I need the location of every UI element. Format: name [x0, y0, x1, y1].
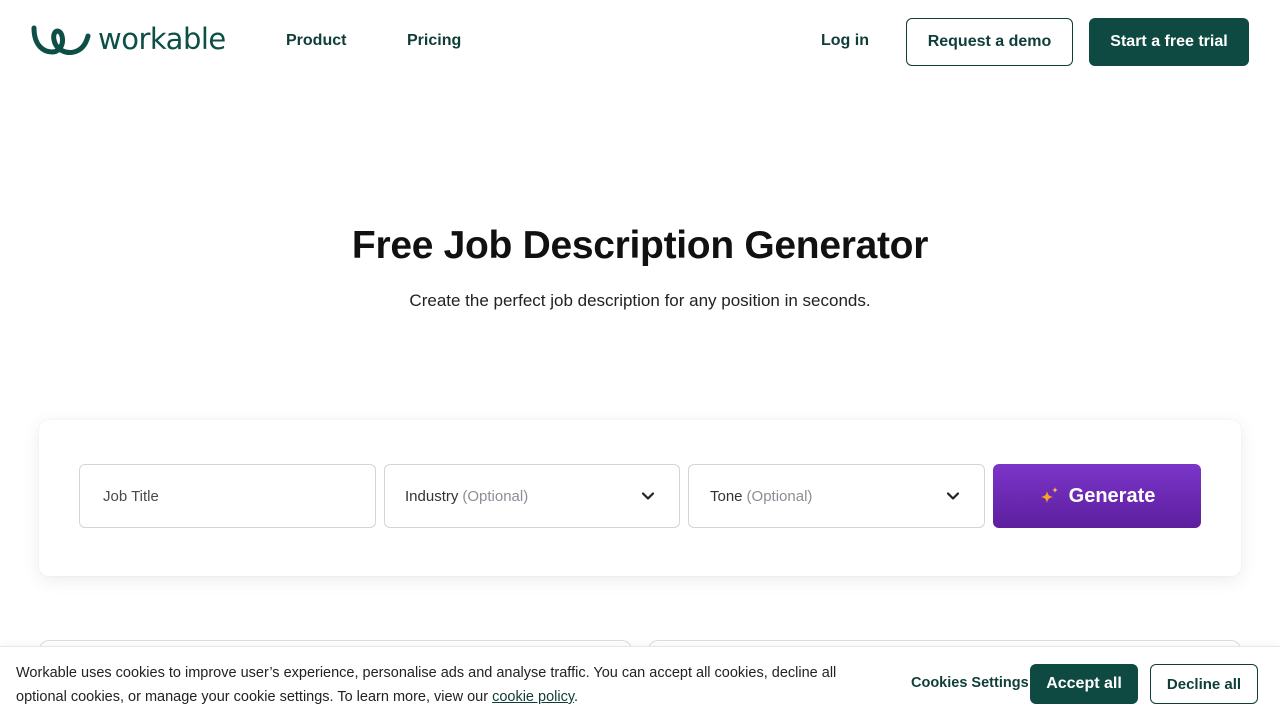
industry-optional-label: (Optional) [462, 487, 529, 505]
generate-button[interactable]: Generate [993, 464, 1201, 528]
page-title: Free Job Description Generator [351, 224, 929, 267]
industry-label: Industry [405, 487, 459, 505]
tone-label: Tone [710, 487, 743, 505]
job-title-placeholder: Job Title [103, 487, 159, 505]
chevron-down-icon [641, 492, 655, 500]
start-free-trial-button[interactable]: Start a free trial [1089, 18, 1249, 66]
logo-wordmark: workable [98, 22, 226, 56]
cookie-policy-link[interactable]: cookie policy [492, 689, 574, 705]
sparkle-icon [1040, 487, 1058, 503]
nav-pricing[interactable]: Pricing [407, 32, 461, 50]
workable-logo[interactable]: workable [30, 22, 226, 56]
tone-optional-label: (Optional) [746, 487, 813, 505]
page-subtitle: Create the perfect job description for a… [409, 291, 871, 310]
generate-label: Generate [1068, 484, 1156, 507]
request-demo-button[interactable]: Request a demo [906, 18, 1073, 66]
cookie-text: Workable uses cookies to improve user’s … [16, 661, 876, 709]
nav-login[interactable]: Log in [821, 32, 869, 50]
site-header: workable Product Pricing Log in Request … [0, 0, 1280, 84]
chevron-down-icon [946, 492, 960, 500]
decline-all-button[interactable]: Decline all [1150, 664, 1258, 704]
cookie-text-suffix: . [574, 689, 579, 705]
generator-form-card: Job Title Industry (Optional) Tone (Opti… [39, 420, 1241, 576]
cookie-message: Workable uses cookies to improve user’s … [16, 665, 837, 705]
industry-select[interactable]: Industry (Optional) [384, 464, 680, 528]
accept-all-button[interactable]: Accept all [1030, 664, 1138, 704]
cookies-settings-button[interactable]: Cookies Settings [911, 675, 1029, 691]
tone-select[interactable]: Tone (Optional) [688, 464, 985, 528]
nav-product[interactable]: Product [286, 32, 346, 50]
workable-logo-icon [31, 25, 91, 55]
job-title-input[interactable]: Job Title [79, 464, 376, 528]
